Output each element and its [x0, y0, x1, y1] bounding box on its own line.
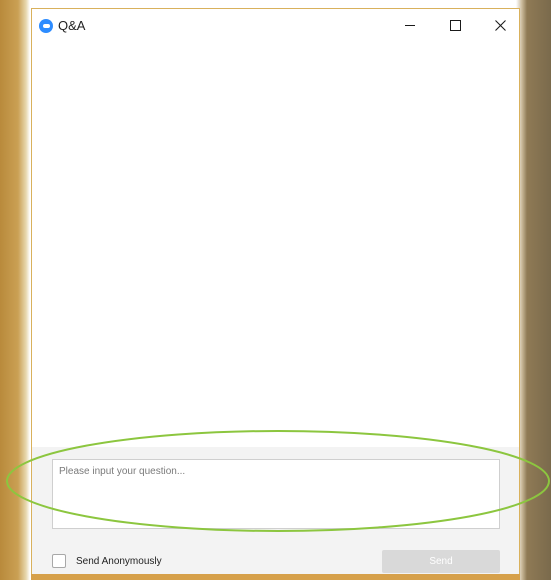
window-title: Q&A — [58, 18, 86, 33]
send-anonymously-row[interactable]: Send Anonymously — [52, 554, 162, 568]
question-input[interactable] — [52, 459, 500, 529]
question-input-panel: Send Anonymously Send — [32, 447, 519, 580]
minimize-icon — [405, 24, 415, 26]
close-icon — [494, 19, 506, 31]
minimize-button[interactable] — [390, 9, 430, 41]
desktop-background: Q&A Send Anonymously Send — [0, 0, 551, 580]
close-button[interactable] — [480, 9, 520, 41]
send-anonymously-label[interactable]: Send Anonymously — [76, 556, 162, 567]
questions-list-area[interactable] — [32, 41, 519, 446]
maximize-button[interactable] — [435, 9, 475, 41]
send-anonymously-checkbox[interactable] — [52, 554, 66, 568]
title-bar[interactable]: Q&A — [32, 9, 519, 41]
qa-window: Q&A Send Anonymously Send — [31, 8, 520, 580]
zoom-logo-icon — [39, 19, 53, 33]
send-button[interactable]: Send — [382, 550, 500, 573]
maximize-icon — [449, 19, 461, 31]
window-bottom-border — [31, 574, 520, 580]
